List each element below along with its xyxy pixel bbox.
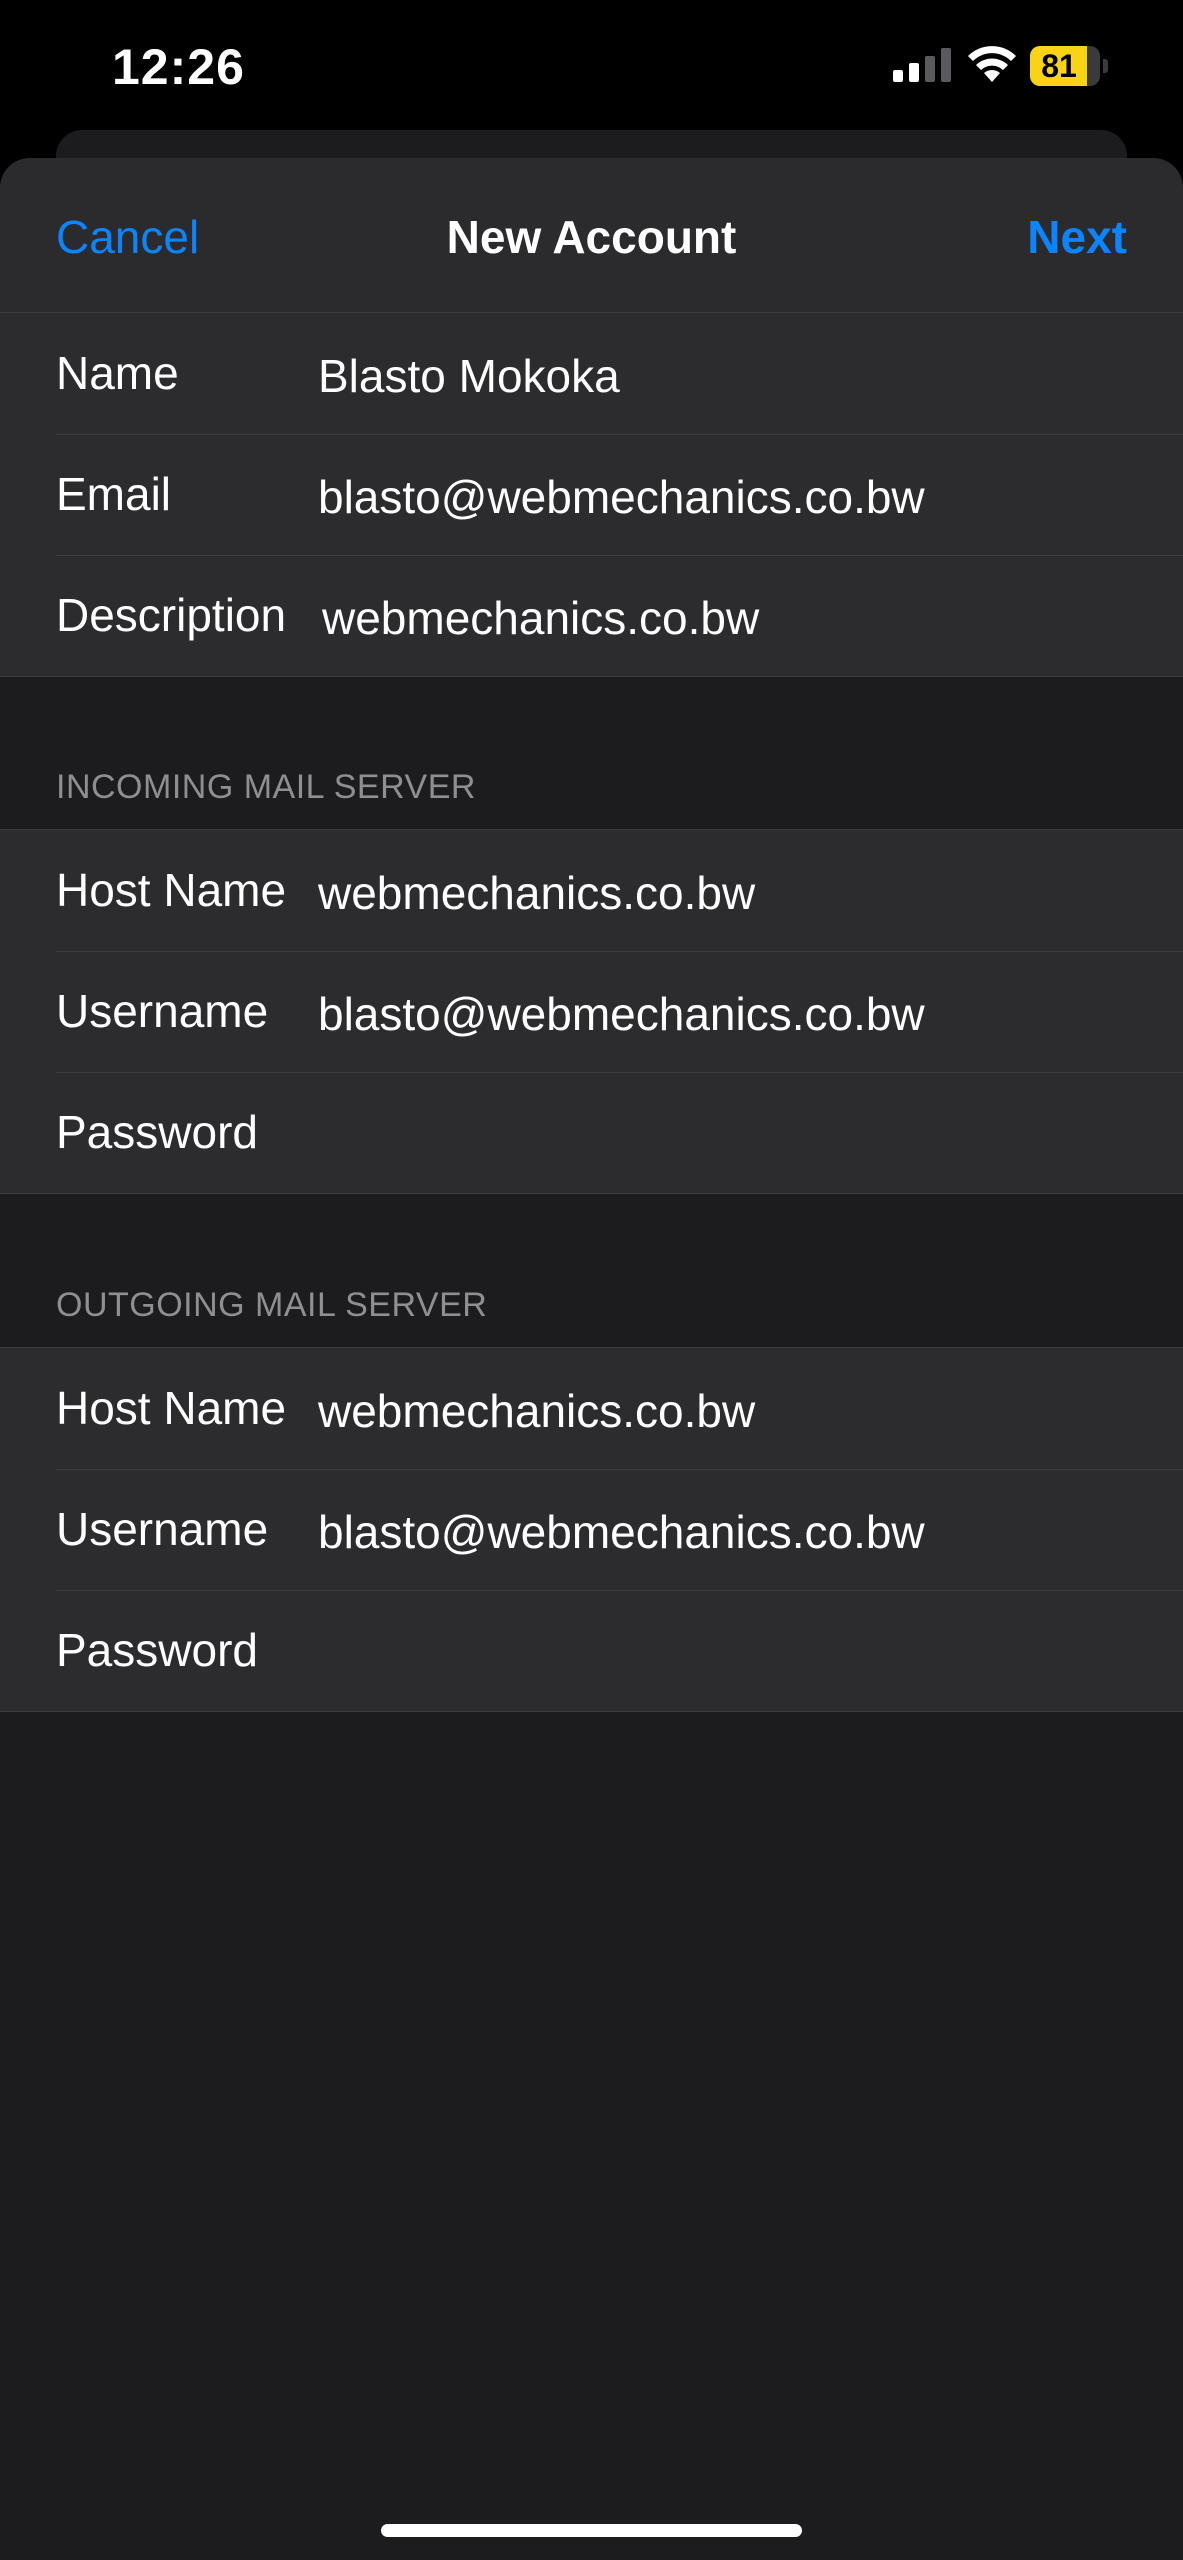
outgoing-password-label: Password xyxy=(56,1624,258,1676)
description-field[interactable]: webmechanics.co.bw xyxy=(322,558,1163,679)
incoming-host-row[interactable]: Host Name webmechanics.co.bw xyxy=(0,830,1183,951)
email-label: Email xyxy=(56,468,172,520)
battery-body: 81 xyxy=(1030,46,1100,86)
signal-icon xyxy=(893,48,951,82)
outgoing-password-field[interactable] xyxy=(318,1593,1163,1714)
incoming-username-label: Username xyxy=(56,985,269,1037)
outgoing-host-field[interactable]: webmechanics.co.bw xyxy=(318,1351,1163,1472)
home-indicator[interactable] xyxy=(381,2524,802,2537)
incoming-host-field[interactable]: webmechanics.co.bw xyxy=(318,833,1163,954)
name-row[interactable]: Name Blasto Mokoka xyxy=(0,313,1183,434)
battery-percent: 81 xyxy=(1041,48,1077,84)
outgoing-username-label: Username xyxy=(56,1503,269,1555)
nav-bar: Cancel New Account Next xyxy=(0,158,1183,313)
status-time: 12:26 xyxy=(112,39,245,95)
incoming-section-header: INCOMING MAIL SERVER xyxy=(56,768,476,806)
battery-icon: 81 xyxy=(1030,46,1110,86)
outgoing-section-header: OUTGOING MAIL SERVER xyxy=(56,1286,488,1324)
battery-tip xyxy=(1103,59,1108,73)
outgoing-server-group: Host Name webmechanics.co.bw Username bl… xyxy=(0,1347,1183,1712)
account-group: Name Blasto Mokoka Email blasto@webmecha… xyxy=(0,312,1183,677)
outgoing-host-label: Host Name xyxy=(56,1382,287,1434)
incoming-password-label: Password xyxy=(56,1106,258,1158)
incoming-host-label: Host Name xyxy=(56,864,287,916)
incoming-server-group: Host Name webmechanics.co.bw Username bl… xyxy=(0,829,1183,1194)
outgoing-host-row[interactable]: Host Name webmechanics.co.bw xyxy=(0,1348,1183,1469)
incoming-password-row[interactable]: Password xyxy=(0,1072,1183,1193)
description-row[interactable]: Description webmechanics.co.bw xyxy=(0,555,1183,676)
incoming-username-field[interactable]: blasto@webmechanics.co.bw xyxy=(318,954,1163,1075)
new-account-sheet: Cancel New Account Next Name Blasto Moko… xyxy=(0,158,1183,2560)
email-row[interactable]: Email blasto@webmechanics.co.bw xyxy=(0,434,1183,555)
email-field[interactable]: blasto@webmechanics.co.bw xyxy=(318,437,1163,558)
status-bar: 12:26 81 xyxy=(0,0,1183,130)
incoming-username-row[interactable]: Username blasto@webmechanics.co.bw xyxy=(0,951,1183,1072)
outgoing-username-field[interactable]: blasto@webmechanics.co.bw xyxy=(318,1472,1163,1593)
outgoing-username-row[interactable]: Username blasto@webmechanics.co.bw xyxy=(0,1469,1183,1590)
name-field[interactable]: Blasto Mokoka xyxy=(318,316,1163,437)
description-label: Description xyxy=(56,589,287,641)
outgoing-password-row[interactable]: Password xyxy=(0,1590,1183,1711)
name-label: Name xyxy=(56,347,179,399)
next-button[interactable]: Next xyxy=(1027,210,1127,264)
incoming-password-field[interactable] xyxy=(318,1075,1163,1196)
wifi-icon xyxy=(968,46,1016,82)
cancel-button[interactable]: Cancel xyxy=(56,210,199,264)
